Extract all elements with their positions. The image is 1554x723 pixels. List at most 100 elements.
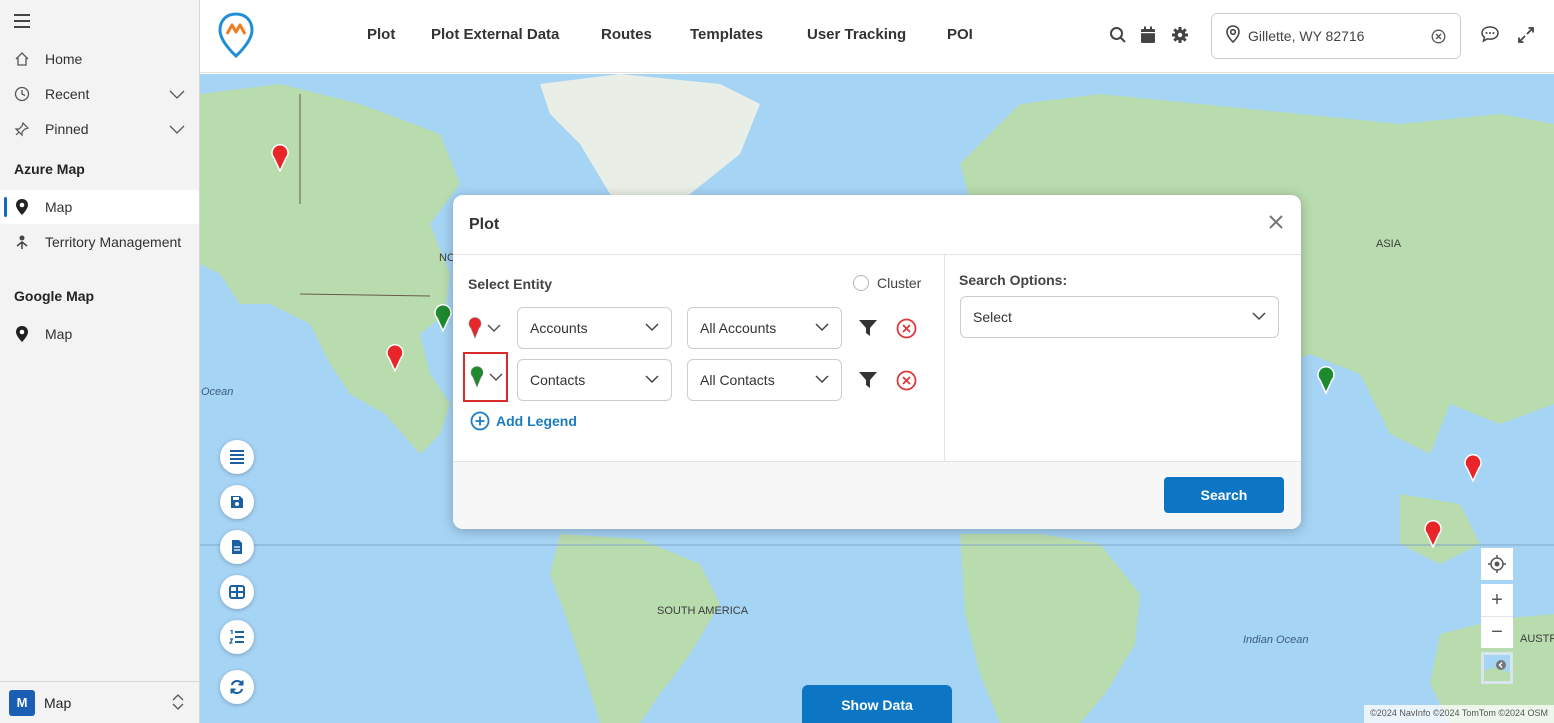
sidebar: Home Recent Pinned Azure Map Map Territo… [0, 0, 200, 723]
numbered-list-button[interactable] [220, 620, 254, 654]
north-america-landmass [200, 84, 460, 454]
sidebar-item-google-map[interactable]: Map [0, 317, 199, 351]
clear-circle-icon[interactable] [1431, 29, 1446, 49]
filter-icon[interactable] [858, 319, 878, 342]
sidebar-item-label: Territory Management [45, 234, 182, 250]
map-pin-green-icon [470, 366, 484, 388]
map-pin-red-icon [468, 317, 482, 339]
dialog-column-divider [944, 255, 945, 461]
chevron-down-icon [1252, 312, 1266, 321]
nav-plot[interactable]: Plot [367, 26, 395, 43]
sidebar-item-home[interactable]: Home [0, 42, 199, 76]
nav-user-tracking[interactable]: User Tracking [807, 26, 906, 43]
hamburger-menu-icon[interactable] [14, 14, 32, 28]
location-input[interactable] [1248, 28, 1418, 44]
africa-landmass [960, 534, 1140, 723]
save-button[interactable] [220, 485, 254, 519]
nav-routes[interactable]: Routes [601, 26, 652, 43]
view-select-value: All Accounts [700, 320, 777, 336]
crosshair-icon [1488, 555, 1506, 573]
expand-icon[interactable] [1518, 27, 1536, 45]
chat-icon[interactable] [1480, 25, 1499, 43]
refresh-icon [230, 680, 244, 694]
map-pin-red[interactable] [385, 344, 405, 372]
map-attribution: ©2024 NavInfo ©2024 TomTom ©2024 OSM [1364, 705, 1554, 723]
map-pin-green[interactable] [433, 304, 453, 332]
map-pin-red[interactable] [1423, 520, 1443, 548]
sidebar-item-territory-management[interactable]: Territory Management [0, 225, 199, 259]
sidebar-item-label: Home [45, 51, 83, 67]
search-options-label: Search Options: [959, 272, 1068, 288]
dialog-title: Plot [469, 216, 500, 233]
search-options-value: Select [973, 309, 1012, 325]
remove-row-icon[interactable] [896, 370, 917, 396]
chevron-updown-icon[interactable] [171, 693, 185, 716]
gear-icon[interactable] [1171, 26, 1189, 44]
map-label-south-america: SOUTH AMERICA [657, 605, 749, 617]
map-style-icon [1484, 655, 1510, 681]
sidebar-item-label: Pinned [45, 121, 89, 137]
chevron-down-icon [815, 323, 829, 332]
chevron-down-icon[interactable] [169, 121, 185, 140]
list-view-button[interactable] [220, 440, 254, 474]
clock-icon [13, 85, 31, 103]
map-pin-red[interactable] [270, 144, 290, 172]
chevron-down-icon[interactable] [169, 86, 185, 105]
legend-color-picker-contacts[interactable] [463, 352, 508, 402]
south-america-landmass [550, 534, 720, 723]
search-button[interactable]: Search [1164, 477, 1284, 513]
calendar-icon[interactable] [1140, 26, 1158, 44]
zoom-out-button[interactable]: − [1481, 616, 1513, 648]
map-marker-icon [13, 325, 31, 343]
legend-color-picker-accounts[interactable] [467, 310, 505, 346]
add-legend-button[interactable]: Add Legend [470, 411, 577, 431]
remove-row-icon[interactable] [896, 318, 917, 344]
map-label-asia: ASIA [1376, 238, 1402, 250]
view-select-contacts[interactable]: All Contacts [687, 359, 842, 401]
show-data-button[interactable]: Show Data [802, 685, 952, 723]
document-button[interactable] [220, 530, 254, 564]
sidebar-item-azure-map[interactable]: Map [0, 190, 199, 224]
location-search-box[interactable] [1211, 13, 1461, 59]
sidebar-item-label: Map [45, 199, 73, 215]
refresh-button[interactable] [220, 670, 254, 704]
zoom-in-button[interactable]: + [1481, 584, 1513, 616]
dialog-header-divider [453, 254, 1301, 255]
greenland-landmass [540, 74, 760, 214]
chevron-down-icon [489, 373, 503, 382]
map-pin-green[interactable] [1316, 366, 1336, 394]
section-title-google-map: Google Map [14, 288, 95, 304]
entity-select-accounts[interactable]: Accounts [517, 307, 672, 349]
cluster-label: Cluster [877, 275, 922, 291]
home-icon [13, 50, 31, 68]
search-icon[interactable] [1109, 26, 1127, 44]
pin-icon [13, 120, 31, 138]
map-label-australia: AUSTR [1520, 633, 1554, 645]
grid-view-button[interactable] [220, 575, 254, 609]
save-icon [231, 496, 243, 508]
map-marker-icon [13, 198, 31, 216]
filter-icon[interactable] [858, 371, 878, 394]
entity-select-contacts[interactable]: Contacts [517, 359, 672, 401]
view-select-accounts[interactable]: All Accounts [687, 307, 842, 349]
cluster-option[interactable]: Cluster [853, 275, 921, 291]
map-pin-red[interactable] [1463, 454, 1483, 482]
entity-select-value: Accounts [530, 320, 588, 336]
nav-plot-external-data[interactable]: Plot External Data [431, 26, 559, 43]
sidebar-item-label: Map [45, 326, 73, 342]
cluster-radio[interactable] [853, 275, 869, 291]
area-switcher[interactable]: M Map [0, 681, 199, 723]
map-style-button[interactable] [1481, 652, 1513, 684]
locate-me-button[interactable] [1481, 548, 1513, 580]
sidebar-item-recent[interactable]: Recent [0, 77, 199, 111]
map-label-indian-ocean: Indian Ocean [1243, 634, 1309, 646]
close-icon[interactable] [1269, 215, 1283, 234]
nav-poi[interactable]: POI [947, 26, 973, 43]
app-logo-icon[interactable] [218, 12, 254, 58]
chevron-down-icon [487, 324, 501, 333]
nav-templates[interactable]: Templates [690, 26, 763, 43]
search-options-select[interactable]: Select [960, 296, 1279, 338]
document-icon [232, 540, 242, 554]
territory-icon [13, 233, 31, 251]
sidebar-item-pinned[interactable]: Pinned [0, 112, 199, 146]
